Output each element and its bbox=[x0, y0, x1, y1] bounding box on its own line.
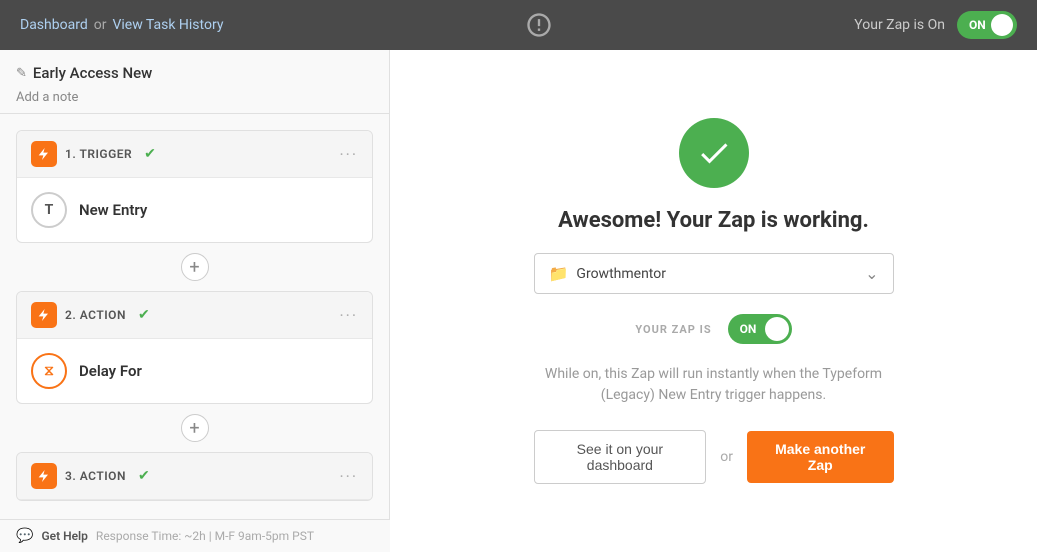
help-icon: 💬 bbox=[16, 528, 33, 544]
success-title: Awesome! Your Zap is working. bbox=[558, 208, 869, 233]
add-step-btn-2[interactable]: + bbox=[181, 414, 209, 442]
step-type-label-3: 3. ACTION bbox=[65, 469, 126, 483]
step-dots-3[interactable]: ··· bbox=[339, 467, 358, 486]
step-type-label-2: 2. ACTION bbox=[65, 308, 126, 322]
success-icon bbox=[679, 118, 749, 188]
topbar-or: or bbox=[94, 17, 107, 33]
right-panel: Awesome! Your Zap is working. 📁 Growthme… bbox=[390, 50, 1037, 552]
bottom-bar: 💬 Get Help Response Time: ~2h | M-F 9am-… bbox=[0, 519, 390, 552]
step-header-left-trigger: 1. TRIGGER ✔ bbox=[31, 141, 156, 167]
zap-main-toggle[interactable]: ON bbox=[728, 314, 792, 344]
zap-toggle[interactable]: ON bbox=[957, 11, 1017, 39]
action-app-icon-1 bbox=[31, 302, 57, 328]
zap-is-label: YOUR ZAP IS bbox=[635, 323, 711, 336]
add-step-btn-1[interactable]: + bbox=[181, 253, 209, 281]
main-layout: ✎ Early Access New Add a note 1. TRIGGER… bbox=[0, 50, 1037, 552]
step-header-left-action-2: 3. ACTION ✔ bbox=[31, 463, 150, 489]
toggle-knob-main bbox=[765, 317, 789, 341]
step-body-2[interactable]: ⧖ Delay For bbox=[17, 339, 372, 403]
step-dots-1[interactable]: ··· bbox=[339, 145, 358, 164]
folder-dropdown[interactable]: 📁 Growthmentor ⌄ bbox=[534, 253, 894, 294]
step-header-left-action-1: 2. ACTION ✔ bbox=[31, 302, 150, 328]
make-another-zap-button[interactable]: Make another Zap bbox=[747, 431, 894, 483]
checkmark-icon bbox=[696, 135, 732, 171]
dashboard-link[interactable]: Dashboard bbox=[20, 17, 88, 33]
zapier-logo-icon bbox=[525, 11, 553, 39]
toggle-knob bbox=[991, 14, 1013, 36]
step-check-2: ✔ bbox=[138, 307, 150, 323]
bottom-bar-response: Response Time: ~2h | M-F 9am-5pm PST bbox=[96, 529, 314, 543]
trigger-app-icon bbox=[31, 141, 57, 167]
folder-icon: 📁 bbox=[549, 264, 569, 283]
step-header-trigger: 1. TRIGGER ✔ ··· bbox=[17, 131, 372, 178]
topbar: Dashboard or View Task History Your Zap … bbox=[0, 0, 1037, 50]
action-row-or: or bbox=[720, 449, 733, 465]
zap-is-row: YOUR ZAP IS ON bbox=[635, 314, 791, 344]
left-panel: ✎ Early Access New Add a note 1. TRIGGER… bbox=[0, 50, 390, 552]
step-card-trigger: 1. TRIGGER ✔ ··· T New Entry bbox=[16, 130, 373, 243]
step-header-action-2: 3. ACTION ✔ ··· bbox=[17, 453, 372, 500]
topbar-left: Dashboard or View Task History bbox=[20, 17, 223, 33]
zap-status-label: Your Zap is On bbox=[854, 17, 945, 33]
zap-name-text[interactable]: Early Access New bbox=[33, 64, 152, 82]
pencil-icon: ✎ bbox=[16, 66, 27, 81]
folder-name: Growthmentor bbox=[576, 266, 666, 282]
topbar-right: Your Zap is On ON bbox=[854, 11, 1017, 39]
toggle-main-on-label: ON bbox=[740, 322, 757, 336]
get-help-label[interactable]: Get Help bbox=[41, 529, 87, 543]
success-card: Awesome! Your Zap is working. 📁 Growthme… bbox=[514, 88, 914, 514]
step-name-2: Delay For bbox=[79, 362, 142, 380]
step-header-action-1: 2. ACTION ✔ ··· bbox=[17, 292, 372, 339]
see-dashboard-button[interactable]: See it on your dashboard bbox=[534, 430, 707, 484]
step-name-1: New Entry bbox=[79, 201, 147, 219]
zap-name-row: ✎ Early Access New bbox=[16, 64, 373, 82]
chevron-down-icon: ⌄ bbox=[865, 264, 878, 283]
step-list: 1. TRIGGER ✔ ··· T New Entry + bbox=[0, 114, 389, 552]
step-dots-2[interactable]: ··· bbox=[339, 306, 358, 325]
step-card-action-2: 3. ACTION ✔ ··· bbox=[16, 452, 373, 501]
description-text: While on, this Zap will run instantly wh… bbox=[544, 364, 884, 406]
step-body-1[interactable]: T New Entry bbox=[17, 178, 372, 242]
action-app-icon-2 bbox=[31, 463, 57, 489]
folder-dropdown-left: 📁 Growthmentor bbox=[549, 264, 666, 283]
step-app-icon-2: ⧖ bbox=[31, 353, 67, 389]
action-row: See it on your dashboard or Make another… bbox=[534, 430, 894, 484]
step-card-action-1: 2. ACTION ✔ ··· ⧖ Delay For bbox=[16, 291, 373, 404]
step-check-1: ✔ bbox=[144, 146, 156, 162]
add-note[interactable]: Add a note bbox=[16, 90, 78, 105]
toggle-on-label: ON bbox=[969, 18, 986, 32]
view-history-link[interactable]: View Task History bbox=[112, 17, 223, 33]
topbar-center bbox=[525, 11, 553, 39]
zap-name-bar: ✎ Early Access New Add a note bbox=[0, 50, 389, 114]
step-app-icon-1: T bbox=[31, 192, 67, 228]
step-type-label-1: 1. TRIGGER bbox=[65, 147, 132, 161]
step-check-3: ✔ bbox=[138, 468, 150, 484]
